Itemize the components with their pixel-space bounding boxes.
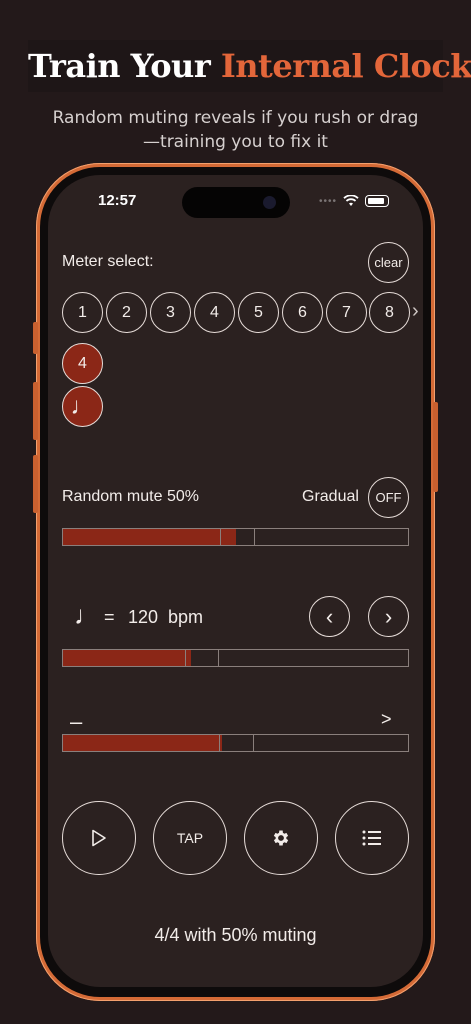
beat-button-7[interactable]: 7 [326, 292, 367, 333]
tempo-slider-fill [63, 650, 191, 666]
tempo-slider-segment [218, 650, 219, 666]
accent-slider-segment [219, 735, 220, 751]
tap-tempo-button[interactable]: TAP [153, 801, 227, 875]
tempo-slider-segment [185, 650, 186, 666]
gradual-label: Gradual [302, 488, 359, 505]
tempo-increase-button[interactable]: › [368, 596, 409, 637]
headline-part1: Train Your [28, 47, 221, 85]
mute-slider-fill [63, 529, 236, 545]
tempo-note-icon: ♩ [74, 600, 100, 630]
clear-button[interactable]: clear [368, 242, 409, 283]
gear-icon [273, 830, 289, 846]
list-icon [362, 830, 381, 846]
beat-button-4[interactable]: 4 [194, 292, 235, 333]
wifi-icon [343, 195, 359, 206]
subtitle: Random muting reveals if you rush or dra… [0, 106, 471, 154]
beat-button-3[interactable]: 3 [150, 292, 191, 333]
mute-label: Random mute 50% [62, 488, 199, 505]
status-time: 12:57 [98, 192, 137, 209]
accent-slider-fill [63, 735, 222, 751]
subtitle-line1: Random muting reveals if you rush or dra… [52, 108, 419, 128]
list-button[interactable] [335, 801, 409, 875]
tempo-unit: bpm [168, 607, 204, 627]
accent-slider-segment [253, 735, 254, 751]
volume-up-button [33, 382, 38, 440]
selected-note-badge[interactable]: ♩ [62, 386, 103, 427]
dynamic-island [182, 187, 290, 218]
accent-slider[interactable] [62, 734, 409, 752]
tempo-decrease-button[interactable]: ‹ [309, 596, 350, 637]
beat-button-8[interactable]: 8 [369, 292, 410, 333]
signal-dots-icon: •••• [318, 195, 337, 207]
tempo-equals: = [104, 607, 115, 627]
action-button [33, 322, 38, 354]
gradual-toggle[interactable]: OFF [368, 477, 409, 518]
beat-button-5[interactable]: 5 [238, 292, 279, 333]
mute-slider-segment [220, 529, 221, 545]
app-screen: 12:57 •••• Meter select: clear 1 2 3 4 5… [48, 175, 423, 987]
soft-dynamic-icon: – [70, 709, 83, 734]
camera-icon [263, 196, 276, 209]
beat-button-2[interactable]: 2 [106, 292, 147, 333]
selected-beats-badge[interactable]: 4 [62, 343, 103, 384]
volume-down-button [33, 455, 38, 513]
beat-button-1[interactable]: 1 [62, 292, 103, 333]
settings-button[interactable] [244, 801, 318, 875]
meter-label: Meter select: [62, 253, 154, 270]
tempo-bpm-value: 120 [128, 607, 159, 627]
play-icon [92, 829, 106, 847]
status-icons: •••• [319, 195, 389, 207]
headline: Train Your Internal Clock [28, 40, 471, 92]
beat-button-6[interactable]: 6 [282, 292, 323, 333]
summary-text: 4/4 with 50% muting [154, 925, 317, 945]
headline-part2: Internal Clock [220, 47, 471, 85]
battery-icon [365, 195, 389, 207]
mute-slider-segment [254, 529, 255, 545]
power-button [433, 402, 438, 492]
play-button[interactable] [62, 801, 136, 875]
mute-slider[interactable] [62, 528, 409, 546]
accent-dynamic-icon: > [381, 709, 392, 729]
tempo-slider[interactable] [62, 649, 409, 667]
subtitle-line2: —training you to fix it [143, 132, 328, 152]
scroll-more-chevron-icon[interactable]: › [412, 300, 419, 323]
